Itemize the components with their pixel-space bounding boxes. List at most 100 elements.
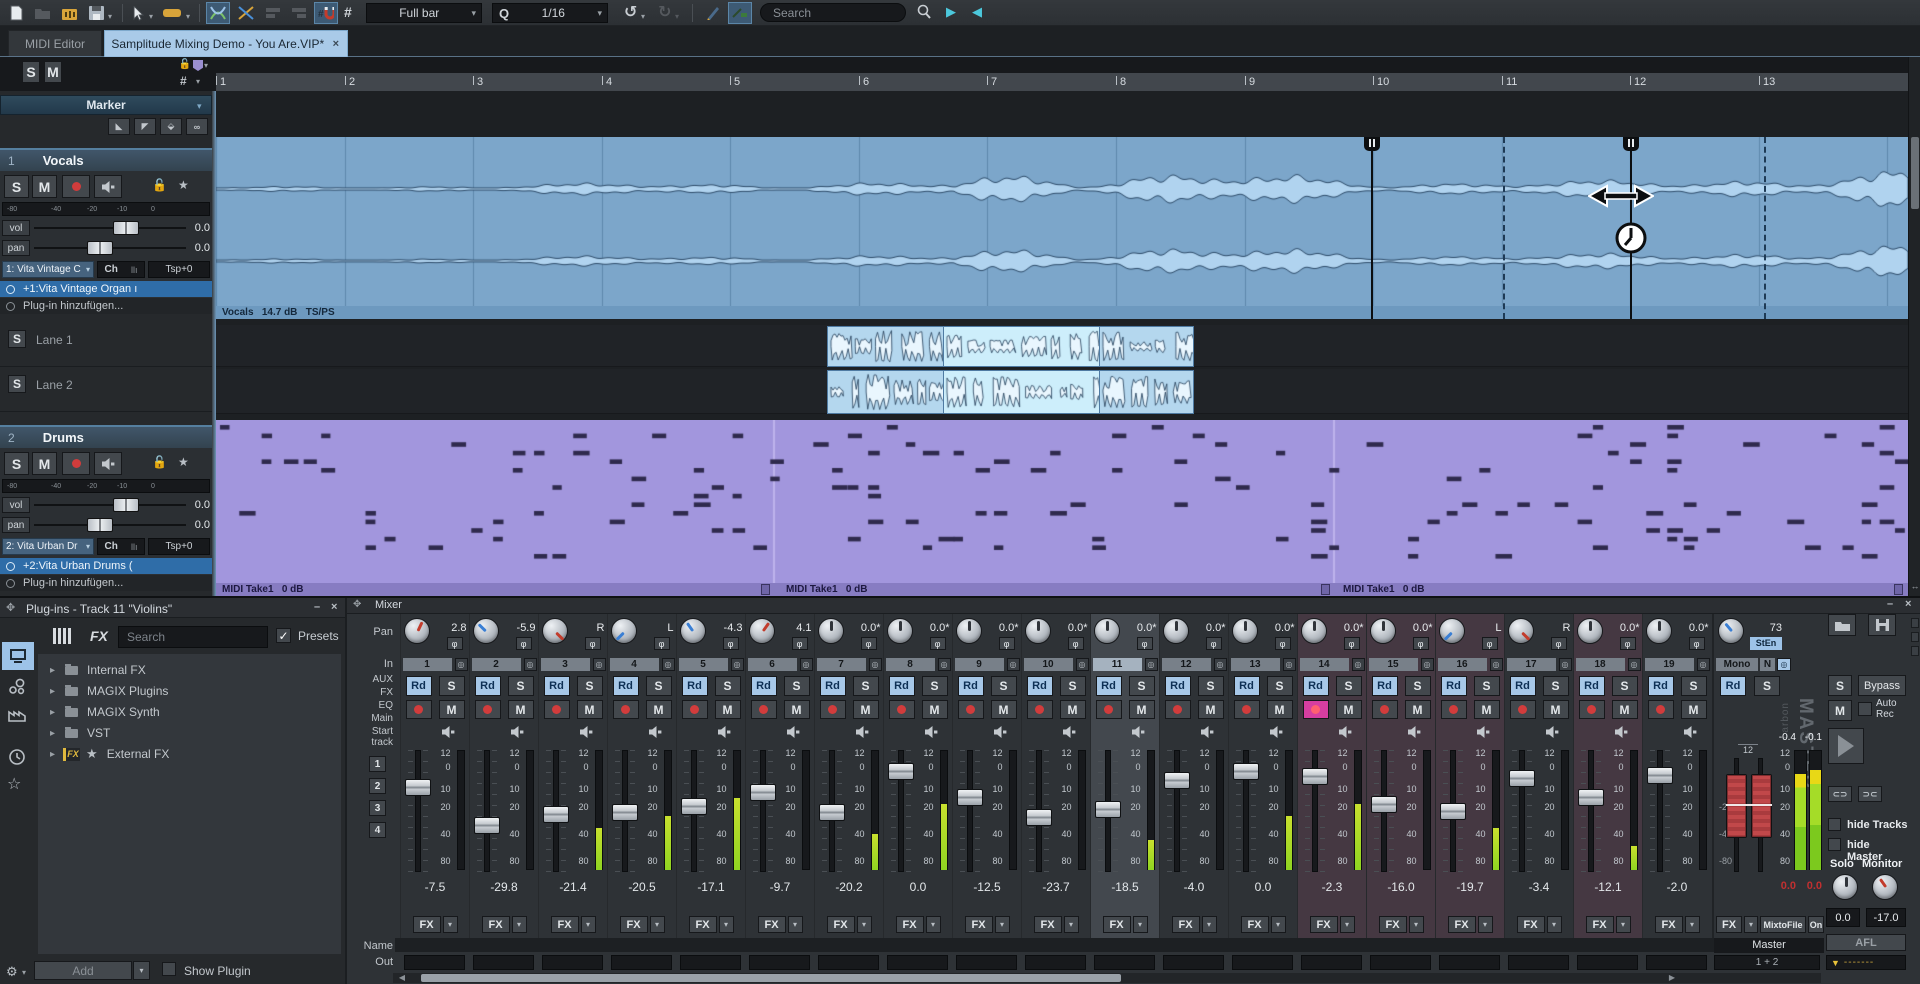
marker-fade-out-icon[interactable]: ◤	[134, 118, 156, 135]
scrollbar-thumb[interactable]	[1911, 137, 1919, 209]
out-routing-field[interactable]	[749, 955, 810, 970]
redo-icon[interactable]: ↻	[658, 2, 671, 22]
fader-handle[interactable]	[1302, 768, 1328, 785]
channel-number[interactable]: 13	[1231, 658, 1280, 671]
pan-knob[interactable]	[1232, 618, 1258, 644]
channel-number[interactable]: 3	[541, 658, 590, 671]
pan-knob[interactable]	[680, 618, 706, 644]
record-arm-ring-icon[interactable]: ◎	[1283, 658, 1296, 671]
fx-button[interactable]: FX	[1241, 916, 1269, 933]
channel-number[interactable]: 19	[1645, 658, 1694, 671]
marker-link-icon[interactable]: ∞	[186, 118, 208, 135]
channel-number[interactable]: 14	[1300, 658, 1349, 671]
channel-number[interactable]: 17	[1507, 658, 1556, 671]
fx-button[interactable]: FX	[1586, 916, 1614, 933]
record-arm-ring-icon[interactable]: ◎	[731, 658, 744, 671]
record-button[interactable]	[1234, 700, 1260, 719]
save-icon[interactable]	[85, 2, 107, 24]
plugin-tree-item[interactable]: ▸VST	[38, 723, 341, 743]
phase-button[interactable]: φ	[1068, 637, 1084, 650]
pan-knob[interactable]	[1646, 618, 1672, 644]
record-button[interactable]	[820, 700, 846, 719]
speaker-icon[interactable]	[856, 726, 870, 738]
solo-button[interactable]: S	[1543, 676, 1569, 696]
pan-knob[interactable]	[1508, 618, 1534, 644]
phase-button[interactable]: φ	[1620, 637, 1636, 650]
record-arm-ring-icon[interactable]: ◎	[1628, 658, 1641, 671]
mixer-channel-strip[interactable]: 0.0*φ12◎RdSM12010204080-4.0FX▾	[1159, 614, 1228, 938]
close-icon[interactable]: ×	[1905, 598, 1911, 610]
record-button[interactable]	[682, 700, 708, 719]
scroll-right-icon[interactable]: ▶	[1665, 973, 1679, 983]
phase-button[interactable]: φ	[930, 637, 946, 650]
solo-button[interactable]: S	[1474, 676, 1500, 696]
fx-button[interactable]: FX	[827, 916, 855, 933]
power-icon[interactable]	[6, 579, 15, 588]
fx-chevron-button[interactable]: ▾	[1409, 916, 1424, 933]
record-button[interactable]	[1165, 700, 1191, 719]
link-faders-button[interactable]: ⊂⊃	[1828, 786, 1852, 802]
slider-handle[interactable]	[113, 221, 139, 235]
arrange-area[interactable]: Vocals 14.7 dB TS/PSMIDI Take1 0 dBMIDI …	[216, 91, 1908, 596]
fader-handle[interactable]	[612, 804, 638, 821]
mixer-channel-strip[interactable]: 0.0*φ14◎RdSM12010204080-2.3FX▾	[1297, 614, 1366, 938]
speaker-icon[interactable]	[1615, 726, 1629, 738]
volume-slider[interactable]	[34, 220, 186, 236]
record-arm-ring-icon[interactable]: ◎	[800, 658, 813, 671]
phase-button[interactable]: φ	[723, 637, 739, 650]
rail-recent-icon[interactable]	[8, 748, 26, 769]
pan-knob[interactable]	[818, 618, 844, 644]
track-monitor-button[interactable]	[94, 452, 122, 475]
pan-slider[interactable]	[34, 240, 186, 256]
grid-mode-select[interactable]: Full bar▾	[366, 3, 482, 23]
mute-button[interactable]: M	[577, 700, 603, 719]
range-marker-line[interactable]	[1371, 137, 1373, 319]
instruments-filter-icon[interactable]	[52, 626, 74, 649]
pan-knob[interactable]	[473, 618, 499, 644]
mute-button[interactable]: M	[1267, 700, 1293, 719]
mixer-channel-strip[interactable]: 4.1φ6◎RdSM12010204080-9.7FX▾	[745, 614, 814, 938]
mute-button[interactable]: M	[439, 700, 465, 719]
record-arm-ring-icon[interactable]: ◎	[1076, 658, 1089, 671]
read-automation-button[interactable]: Rd	[751, 676, 777, 696]
lane-solo-button[interactable]: S	[8, 330, 26, 348]
channel-number[interactable]: 11	[1093, 658, 1142, 671]
channel-number[interactable]: 6	[748, 658, 797, 671]
lane-audio-clip[interactable]	[1099, 370, 1194, 414]
plugin-options-gear-icon[interactable]: ⚙	[6, 964, 18, 980]
power-icon[interactable]	[6, 562, 15, 571]
fx-chevron-button[interactable]: ▾	[1133, 916, 1148, 933]
document-tab[interactable]: MIDI Editor	[8, 30, 102, 57]
read-automation-button[interactable]: Rd	[1303, 676, 1329, 696]
power-icon[interactable]	[6, 285, 15, 294]
fx-chevron-button[interactable]: ▾	[788, 916, 803, 933]
lane-audio-clip[interactable]	[827, 370, 945, 414]
fx-chevron-button[interactable]: ▾	[1271, 916, 1286, 933]
mixer-edge-button[interactable]	[1911, 632, 1919, 642]
grid-settings-icon[interactable]: #	[180, 74, 187, 88]
mix-to-file-on-button[interactable]: On	[1808, 916, 1824, 933]
save-mixer-setup-button[interactable]	[1868, 614, 1896, 636]
record-button[interactable]	[889, 700, 915, 719]
speaker-icon[interactable]	[649, 726, 663, 738]
fx-button[interactable]: FX	[1172, 916, 1200, 933]
fx-button[interactable]: FX	[1379, 916, 1407, 933]
fx-chevron-button[interactable]: ▾	[512, 916, 527, 933]
channel-number[interactable]: 4	[610, 658, 659, 671]
fx-chevron-button[interactable]: ▾	[1685, 916, 1700, 933]
read-automation-button[interactable]: Rd	[1096, 676, 1122, 696]
lane-header[interactable]: SLane 2	[0, 367, 212, 412]
plugin-tree-item[interactable]: ▸Internal FX	[38, 660, 341, 680]
pan-knob[interactable]	[1439, 618, 1465, 644]
rail-modular-icon[interactable]	[8, 678, 26, 699]
lane-audio-clip[interactable]	[827, 326, 945, 367]
solo-button[interactable]: S	[1267, 676, 1293, 696]
phase-button[interactable]: φ	[1413, 637, 1429, 650]
master-fader-handle-left[interactable]	[1726, 774, 1747, 838]
record-button[interactable]	[1372, 700, 1398, 719]
mixer-channel-strip[interactable]: 0.0*φ15◎RdSM12010204080-16.0FX▾	[1366, 614, 1435, 938]
fader-handle[interactable]	[1440, 803, 1466, 820]
mute-button[interactable]: M	[1336, 700, 1362, 719]
rail-plugins-icon[interactable]	[2, 642, 34, 670]
speaker-icon[interactable]	[787, 726, 801, 738]
